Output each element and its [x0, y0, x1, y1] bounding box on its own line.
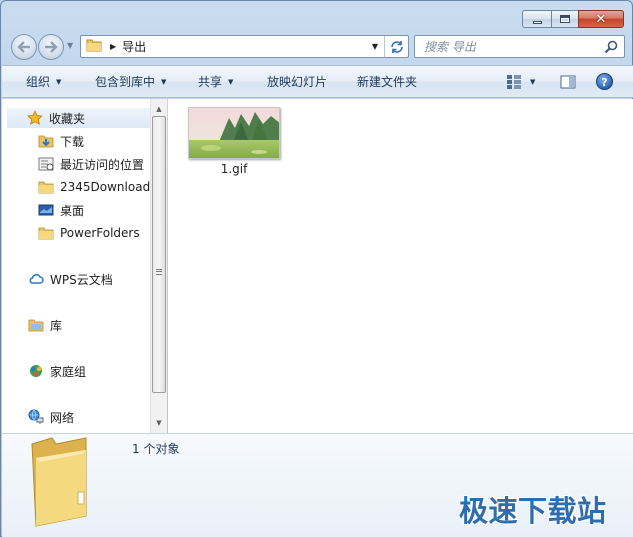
sidebar-item-label: 收藏夹 [49, 111, 86, 126]
slideshow-label: 放映幻灯片 [267, 75, 328, 89]
address-dropdown-icon[interactable]: ▼ [368, 36, 382, 57]
cloud-icon [28, 271, 44, 287]
homegroup-icon [28, 363, 44, 379]
refresh-icon [390, 40, 403, 53]
chevron-down-icon: ▼ [161, 77, 167, 86]
gif-thumbnail [188, 107, 280, 159]
file-item[interactable]: 1.gif [187, 107, 281, 181]
minimize-button[interactable] [522, 10, 551, 28]
folder-icon [38, 179, 54, 195]
close-button[interactable]: ✕ [578, 10, 624, 28]
help-button[interactable]: ? [596, 73, 613, 90]
maximize-icon [560, 15, 570, 23]
scroll-thumb[interactable] [152, 116, 166, 393]
star-icon [27, 110, 43, 126]
chevron-down-icon: ▼ [228, 77, 234, 86]
scroll-down-icon[interactable]: ▼ [151, 415, 167, 431]
refresh-button[interactable] [384, 36, 408, 57]
sidebar-item-2345downloads[interactable]: 2345Downloads [38, 177, 150, 197]
slideshow-button[interactable]: 放映幻灯片 [267, 73, 327, 90]
sidebar-item-label: WPS云文档 [50, 272, 113, 287]
nav-scrollbar[interactable]: ▲ ▼ [150, 99, 167, 433]
sidebar-item-powerfolders[interactable]: PowerFolders [38, 223, 140, 243]
recent-pages-dropdown[interactable]: ▼ [67, 41, 73, 50]
grip-icon [156, 269, 162, 275]
details-pane: 1 个对象 极速下载站 [2, 433, 633, 537]
file-name: 1.gif [220, 162, 248, 176]
sidebar-item-label: 库 [50, 318, 63, 333]
minimize-icon [532, 20, 542, 24]
preview-pane-button[interactable] [560, 74, 576, 93]
sidebar-item-label: 网络 [50, 410, 75, 425]
share-label: 共享 [198, 75, 223, 89]
caption-buttons: ✕ [522, 10, 624, 28]
sidebar-item-desktop[interactable]: 桌面 [38, 200, 84, 220]
folder-icon [86, 38, 102, 55]
breadcrumb-separator-icon[interactable]: ▶ [110, 42, 116, 51]
forward-arrow-icon [45, 41, 58, 53]
include-in-library-menu[interactable]: 包含到库中 ▼ [95, 73, 166, 90]
sidebar-item-recent-places[interactable]: 最近访问的位置 [38, 154, 144, 174]
sidebar-item-label: 最近访问的位置 [60, 157, 145, 172]
maximize-button[interactable] [551, 10, 578, 28]
include-in-library-label: 包含到库中 [95, 75, 156, 89]
back-button[interactable] [11, 34, 37, 60]
explorer-window: ✕ ▼ ▶ 导出 ▼ 组织 ▼ 包含到库中 ▼ 共享 ▼ 放映幻灯片 新建文件夹 [0, 0, 633, 537]
download-folder-icon [38, 133, 54, 149]
desktop-icon [38, 202, 54, 218]
sidebar-item-network[interactable]: 网络 [28, 407, 74, 427]
sidebar-item-label: 家庭组 [50, 364, 87, 379]
organize-menu[interactable]: 组织 ▼ [26, 73, 61, 90]
recent-places-icon [38, 156, 54, 172]
preview-pane-icon [560, 75, 576, 89]
sidebar-item-wps-cloud[interactable]: WPS云文档 [28, 269, 113, 289]
network-icon [28, 409, 44, 425]
sidebar-item-label: 2345Downloads [60, 180, 150, 194]
sidebar-item-label: 下载 [60, 134, 85, 149]
breadcrumb-current[interactable]: 导出 [122, 38, 146, 55]
search-icon[interactable] [604, 40, 618, 57]
view-grid-icon [507, 75, 521, 89]
sidebar-item-homegroup[interactable]: 家庭组 [28, 361, 86, 381]
view-options-dropdown[interactable]: ▼ [530, 78, 535, 86]
large-folder-icon [28, 436, 90, 531]
library-icon [28, 317, 44, 333]
chevron-down-icon: ▼ [56, 77, 62, 86]
sidebar-item-label: 桌面 [60, 203, 85, 218]
watermark: 极速下载站 [459, 494, 607, 528]
address-bar[interactable]: ▶ 导出 ▼ [80, 35, 409, 58]
share-menu[interactable]: 共享 ▼ [198, 73, 233, 90]
forward-button[interactable] [38, 34, 64, 60]
search-box[interactable] [414, 35, 625, 58]
sidebar-item-favorites[interactable]: 收藏夹 [7, 108, 152, 128]
sidebar-item-downloads[interactable]: 下载 [38, 131, 84, 151]
search-input[interactable] [424, 39, 594, 54]
command-bar: 组织 ▼ 包含到库中 ▼ 共享 ▼ 放映幻灯片 新建文件夹 ▼ ? [2, 65, 633, 98]
new-folder-label: 新建文件夹 [357, 75, 418, 89]
scroll-up-icon[interactable]: ▲ [151, 101, 167, 117]
item-count: 1 个对象 [132, 442, 180, 456]
back-arrow-icon [17, 41, 30, 53]
organize-label: 组织 [26, 75, 51, 89]
new-folder-button[interactable]: 新建文件夹 [357, 73, 417, 90]
sidebar-item-libraries[interactable]: 库 [28, 315, 62, 335]
change-view-button[interactable] [506, 74, 522, 93]
close-icon: ✕ [595, 11, 607, 27]
folder-icon [38, 225, 54, 241]
file-list[interactable]: 1.gif [168, 99, 633, 433]
navigation-pane: 收藏夹 下载 最近访问的位置 2345Downloads 桌面 PowerFol… [2, 99, 167, 433]
sidebar-item-label: PowerFolders [60, 226, 140, 240]
